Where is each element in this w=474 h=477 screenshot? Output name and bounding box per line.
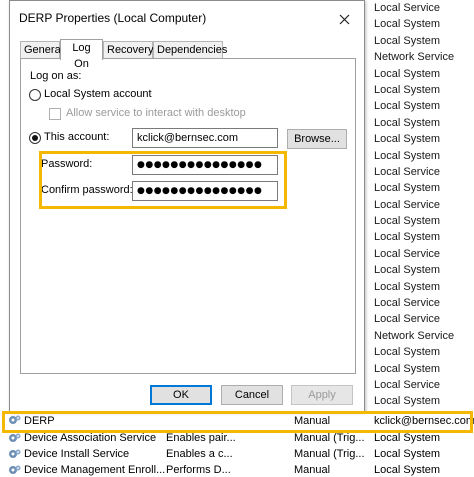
this-account-label[interactable]: This account: xyxy=(44,131,109,143)
logon-cell: Local Service xyxy=(374,297,441,310)
service-logon: kclick@bernsec.com xyxy=(374,415,474,427)
logon-cell: Local System xyxy=(374,83,441,96)
gear-icon xyxy=(9,433,21,442)
allow-interact-checkbox[interactable] xyxy=(49,108,61,120)
logon-cell: Local System xyxy=(374,100,441,113)
logon-cell: Network Service xyxy=(374,51,455,64)
logon-cell: Local System xyxy=(374,395,441,408)
properties-dialog: DERP Properties (Local Computer) General… xyxy=(9,0,365,412)
this-account-radio[interactable] xyxy=(29,132,41,144)
logon-cell: Local System xyxy=(374,264,441,277)
tab-recovery[interactable]: Recovery xyxy=(103,41,153,59)
logon-cell: Local System xyxy=(374,231,441,244)
services-table: DERP Manual kclick@bernsec.com Device As… xyxy=(0,412,474,477)
close-button[interactable] xyxy=(332,8,356,30)
service-name: Device Association Service xyxy=(24,432,157,444)
logon-cell: Local Service xyxy=(374,378,441,391)
services-logon-column: Local Service Local System Local System Net… xyxy=(374,0,474,410)
list-scrollbar[interactable] xyxy=(365,0,373,412)
service-name: DERP xyxy=(24,415,55,427)
table-row[interactable]: Device Management Enroll... Performs D..… xyxy=(0,462,474,477)
apply-button[interactable]: Apply xyxy=(291,385,353,405)
confirm-password-field[interactable]: ●●●●●●●●●●●●●●● xyxy=(132,181,278,201)
logon-cell: Local System xyxy=(374,346,441,359)
browse-button[interactable]: Browse... xyxy=(287,129,347,149)
logon-cell: Local System xyxy=(374,215,441,228)
tab-dependencies[interactable]: Dependencies xyxy=(153,41,227,59)
logon-cell: Local Service xyxy=(374,198,441,211)
service-description: Enables a c... xyxy=(166,448,233,461)
service-startup-type: Manual xyxy=(294,415,331,427)
logon-cell: Local System xyxy=(374,18,441,31)
log-on-panel: Log on as: Local System account Allow se… xyxy=(20,58,356,374)
gear-icon xyxy=(9,449,21,459)
local-system-label[interactable]: Local System account xyxy=(44,88,152,100)
logon-cell: Local Service xyxy=(374,165,441,178)
logon-cell: Local System xyxy=(374,362,441,375)
service-startup-type: Manual (Trig... xyxy=(294,432,365,444)
tab-general[interactable]: General xyxy=(20,41,63,59)
logon-cell: Local Service xyxy=(374,313,441,326)
logon-cell: Local System xyxy=(374,116,441,129)
service-logon: Local System xyxy=(374,464,441,477)
logon-cell: Local System xyxy=(374,67,441,80)
service-description: Enables pair... xyxy=(166,432,236,444)
dialog-title: DERP Properties (Local Computer) xyxy=(19,11,207,25)
service-startup-type: Manual (Trig... xyxy=(294,448,365,461)
close-icon xyxy=(339,14,349,24)
logon-cell: Local Service xyxy=(374,247,441,260)
logon-cell: Local System xyxy=(374,34,441,47)
service-logon: Local System xyxy=(374,432,441,444)
logon-cell: Local System xyxy=(374,280,441,293)
logon-cell: Local System xyxy=(374,133,441,146)
account-field[interactable]: kclick@bernsec.com xyxy=(132,128,278,148)
table-row[interactable]: DERP Manual kclick@bernsec.com xyxy=(0,412,474,430)
password-field[interactable]: ●●●●●●●●●●●●●●● xyxy=(132,155,278,175)
cancel-button[interactable]: Cancel xyxy=(221,385,283,405)
tab-log-on[interactable]: Log On xyxy=(60,39,103,70)
gear-icon xyxy=(9,415,21,424)
logon-cell: Network Service xyxy=(374,329,455,342)
table-row[interactable]: Device Association Service Enables pair.… xyxy=(0,430,474,446)
service-description: Performs D... xyxy=(166,464,231,477)
local-system-radio[interactable] xyxy=(29,89,41,101)
service-name: Device Install Service xyxy=(24,448,130,461)
ok-button[interactable]: OK xyxy=(150,385,212,405)
logon-cell: Local System xyxy=(374,182,441,195)
password-label: Password: xyxy=(41,158,93,170)
service-name: Device Management Enroll... xyxy=(24,464,166,477)
gear-icon xyxy=(9,465,21,475)
table-row[interactable]: Device Install Service Enables a c... Ma… xyxy=(0,446,474,462)
service-startup-type: Manual xyxy=(294,464,331,477)
logon-cell: Local Service xyxy=(374,2,441,14)
service-logon: Local System xyxy=(374,448,441,461)
allow-interact-label: Allow service to interact with desktop xyxy=(66,107,246,119)
logon-cell: Local System xyxy=(374,149,441,162)
confirm-password-label: Confirm password: xyxy=(41,184,133,196)
dialog-titlebar[interactable]: DERP Properties (Local Computer) xyxy=(10,1,364,35)
